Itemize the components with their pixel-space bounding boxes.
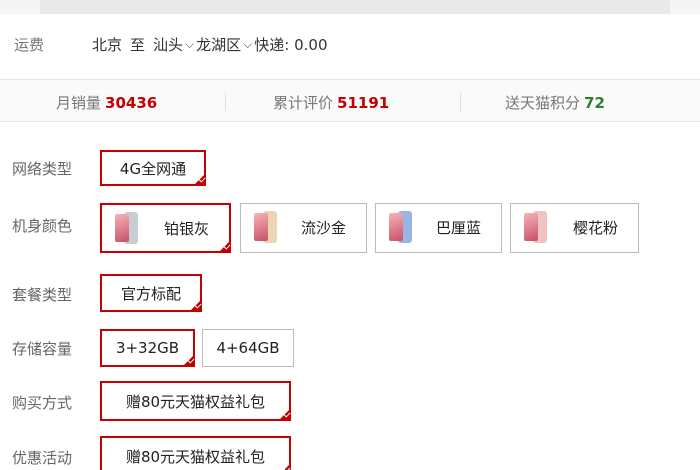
color-option-pink[interactable]: 樱花粉 <box>510 203 639 253</box>
phone-thumbnail-icon <box>112 209 140 247</box>
phone-screen <box>524 213 538 241</box>
network-option-4g[interactable]: 4G全网通 <box>100 150 206 186</box>
phone-thumbnail-icon <box>386 208 414 246</box>
shipping-row: 运费 北京 至 汕头 ⌵ 龙湖区 ⌵ 快递: 0.00 <box>0 24 700 64</box>
color-option-silver[interactable]: 铂银灰 <box>100 203 231 253</box>
reviews-value: 51191 <box>337 94 390 112</box>
color-label: 机身颜色 <box>12 217 73 235</box>
ship-city[interactable]: 汕头 <box>153 34 183 55</box>
phone-screen <box>389 213 403 241</box>
purchase-label: 购买方式 <box>12 394 73 412</box>
ship-from[interactable]: 北京 <box>92 34 122 55</box>
chevron-down-icon[interactable]: ⌵ <box>243 37 252 52</box>
color-option-label: 流沙金 <box>301 219 347 237</box>
color-option-label: 铂银灰 <box>164 220 210 238</box>
selected-check-icon <box>218 240 231 253</box>
top-strip-inner <box>40 0 670 14</box>
phone-thumbnail-icon <box>521 208 549 246</box>
chevron-down-icon[interactable]: ⌵ <box>185 37 194 52</box>
storage-label: 存储容量 <box>12 340 73 358</box>
phone-screen <box>254 213 268 241</box>
color-option-gold[interactable]: 流沙金 <box>240 203 367 253</box>
reviews[interactable]: 累计评价 51191 <box>273 92 389 113</box>
shipping-label: 运费 <box>14 35 45 54</box>
package-option-standard[interactable]: 官方标配 <box>100 274 202 312</box>
reviews-label: 累计评价 <box>273 94 334 112</box>
phone-screen <box>115 214 129 242</box>
top-strip <box>0 0 700 14</box>
points-label: 送天猫积分 <box>505 94 581 112</box>
promo-label: 优惠活动 <box>12 449 73 467</box>
color-option-label: 樱花粉 <box>573 219 619 237</box>
storage-option-4-64[interactable]: 4+64GB <box>202 329 294 367</box>
purchase-option-label: 赠80元天猫权益礼包 <box>125 392 266 411</box>
package-label: 套餐类型 <box>12 286 73 304</box>
color-option-blue[interactable]: 巴厘蓝 <box>375 203 502 253</box>
package-option-label: 官方标配 <box>120 284 181 303</box>
monthly-sales-value: 30436 <box>105 94 158 112</box>
network-label: 网络类型 <box>12 160 73 178</box>
monthly-sales: 月销量 30436 <box>56 92 157 113</box>
divider <box>225 93 226 111</box>
shipping-content: 北京 至 汕头 ⌵ 龙湖区 ⌵ 快递: 0.00 <box>92 34 328 55</box>
storage-option-label: 3+32GB <box>115 339 180 357</box>
purchase-option-gift[interactable]: 赠80元天猫权益礼包 <box>100 381 291 421</box>
storage-option-3-32[interactable]: 3+32GB <box>100 329 195 367</box>
ship-to-word: 至 <box>130 35 146 54</box>
tmall-points: 送天猫积分 72 <box>505 92 605 113</box>
ship-fee: 快递: 0.00 <box>254 35 328 54</box>
selected-check-icon <box>278 463 291 470</box>
selected-check-icon <box>278 408 291 421</box>
stats-bar: 月销量 30436 累计评价 51191 送天猫积分 72 <box>0 79 700 122</box>
ship-district[interactable]: 龙湖区 <box>196 34 241 55</box>
color-option-label: 巴厘蓝 <box>436 219 482 237</box>
selected-check-icon <box>182 354 195 367</box>
monthly-sales-label: 月销量 <box>56 94 102 112</box>
selected-check-icon <box>193 173 206 186</box>
promo-option-gift[interactable]: 赠80元天猫权益礼包 <box>100 436 291 470</box>
network-option-label: 4G全网通 <box>119 159 187 178</box>
selected-check-icon <box>189 299 202 312</box>
storage-option-label: 4+64GB <box>216 339 280 357</box>
promo-option-label: 赠80元天猫权益礼包 <box>125 447 266 466</box>
divider <box>460 93 461 111</box>
points-value: 72 <box>584 94 605 112</box>
phone-thumbnail-icon <box>251 208 279 246</box>
